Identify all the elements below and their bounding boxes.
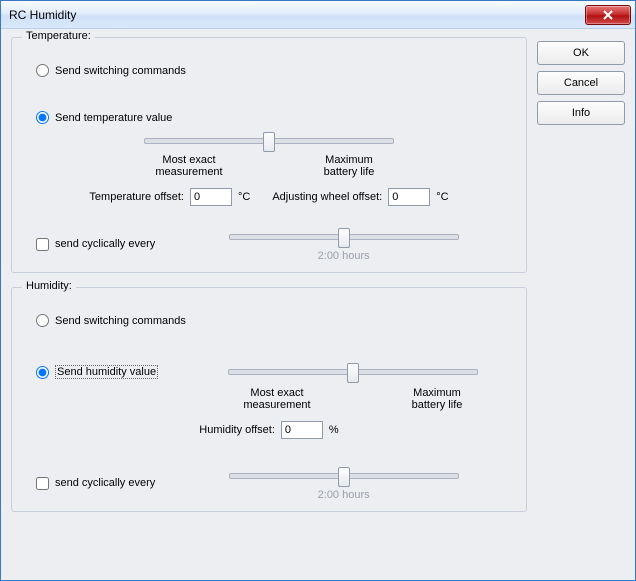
humidity-radio-value[interactable] xyxy=(36,366,49,379)
temperature-cyclic-label[interactable]: send cyclically every xyxy=(55,238,155,250)
temperature-precision-slider[interactable] xyxy=(144,130,394,152)
humidity-offset-label: Humidity offset: xyxy=(199,424,275,436)
humidity-group: Humidity: Send switching commands Send h… xyxy=(11,287,527,512)
humidity-offset-input[interactable] xyxy=(281,421,323,439)
cancel-button[interactable]: Cancel xyxy=(537,71,625,95)
temperature-radio-value[interactable] xyxy=(36,111,49,124)
close-button[interactable] xyxy=(585,5,631,25)
temperature-offset-label: Temperature offset: xyxy=(89,191,184,203)
close-icon xyxy=(603,10,613,20)
temperature-radio-switching-label[interactable]: Send switching commands xyxy=(55,65,186,77)
humidity-radio-switching-label[interactable]: Send switching commands xyxy=(55,315,186,327)
humidity-legend: Humidity: xyxy=(22,280,76,292)
humidity-cyclic-checkbox[interactable] xyxy=(36,477,49,490)
info-button[interactable]: Info xyxy=(537,101,625,125)
temperature-radio-switching[interactable] xyxy=(36,64,49,77)
temperature-offset-input[interactable] xyxy=(190,188,232,206)
adjusting-wheel-offset-unit: °C xyxy=(436,191,448,203)
temperature-cyclic-thumb[interactable] xyxy=(338,228,350,248)
temperature-cyclic-value: 2:00 hours xyxy=(175,250,512,262)
adjusting-wheel-offset-label: Adjusting wheel offset: xyxy=(272,191,382,203)
humidity-precision-slider[interactable] xyxy=(228,361,478,383)
client-area: Temperature: Send switching commands Sen… xyxy=(1,29,635,580)
temperature-slider-left-label: Most exact measurement xyxy=(144,154,234,178)
temperature-cyclic-checkbox[interactable] xyxy=(36,238,49,251)
temperature-radio-value-label[interactable]: Send temperature value xyxy=(55,112,172,124)
humidity-cyclic-thumb[interactable] xyxy=(338,467,350,487)
window: RC Humidity Temperature: Send switching … xyxy=(0,0,636,581)
temperature-group: Temperature: Send switching commands Sen… xyxy=(11,37,527,273)
temperature-slider-right-label: Maximum battery life xyxy=(304,154,394,178)
temperature-offset-unit: °C xyxy=(238,191,250,203)
humidity-slider-left-label: Most exact measurement xyxy=(232,387,322,411)
humidity-cyclic-label[interactable]: send cyclically every xyxy=(55,477,155,489)
humidity-cyclic-slider[interactable] xyxy=(229,465,459,487)
temperature-legend: Temperature: xyxy=(22,30,95,42)
ok-button[interactable]: OK xyxy=(537,41,625,65)
humidity-offset-unit: % xyxy=(329,424,339,436)
temperature-precision-thumb[interactable] xyxy=(263,132,275,152)
adjusting-wheel-offset-input[interactable] xyxy=(388,188,430,206)
humidity-slider-right-label: Maximum battery life xyxy=(392,387,482,411)
titlebar: RC Humidity xyxy=(1,1,635,29)
humidity-radio-switching[interactable] xyxy=(36,314,49,327)
humidity-radio-value-label[interactable]: Send humidity value xyxy=(55,365,158,379)
temperature-cyclic-slider[interactable] xyxy=(229,226,459,248)
humidity-cyclic-value: 2:00 hours xyxy=(175,489,512,501)
humidity-precision-thumb[interactable] xyxy=(347,363,359,383)
window-title: RC Humidity xyxy=(9,8,585,22)
